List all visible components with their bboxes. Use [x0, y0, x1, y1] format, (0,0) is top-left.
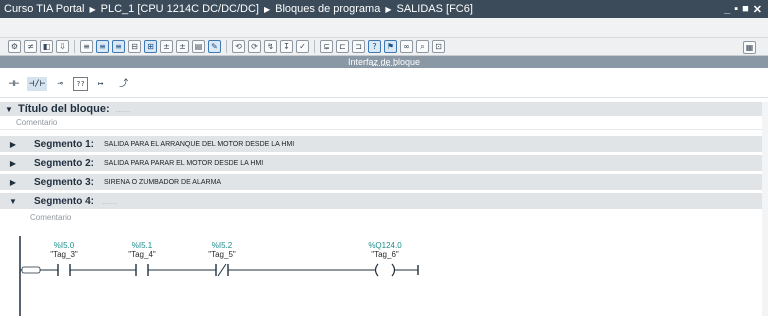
breadcrumb-project[interactable]: Curso TIA Portal — [4, 3, 85, 15]
next-error-icon[interactable]: ✓ — [296, 40, 309, 53]
nc-contact-icon[interactable]: ⊣/⊢ — [27, 77, 48, 91]
breadcrumb-separator-icon: ▶ — [264, 4, 271, 14]
display-icon[interactable]: ± — [160, 40, 173, 53]
monitor-on-off-icon[interactable]: ⊐ — [352, 40, 365, 53]
segment-title[interactable]: ...... — [102, 196, 117, 206]
coil-icon[interactable]: ⊸ — [50, 77, 70, 91]
settings-icon[interactable]: ▦ — [743, 41, 756, 54]
expand-triangle-icon[interactable]: ▶ — [4, 178, 22, 187]
close-icon[interactable]: ✕ — [753, 3, 762, 16]
reset-icon[interactable]: ↯ — [264, 40, 277, 53]
window-controls: _ ▪ ■ ✕ — [724, 0, 762, 18]
toolbar-separator — [226, 40, 227, 53]
segment-label: Segmento 4: — [34, 195, 95, 207]
breadcrumb: Curso TIA Portal ▶ PLC_1 [CPU 1214C DC/D… — [0, 3, 473, 15]
absolute-operands-icon[interactable]: ± — [176, 40, 189, 53]
expand-icon[interactable]: ⊟ — [128, 40, 141, 53]
operand-address: %I5.2 — [211, 241, 233, 250]
operand-tag: "Tag_4" — [128, 250, 156, 259]
segment-title[interactable]: SIRENA O ZUMBADOR DE ALARMA — [104, 179, 221, 186]
favorites-bar: ⊣⊢ ⊣/⊢ ⊸ ?? ↦ ⤴ — [0, 68, 768, 98]
segment-3[interactable]: ▶ Segmento 3: SIRENA O ZUMBADOR DE ALARM… — [0, 174, 762, 191]
toolbar-separator — [314, 40, 315, 53]
toolbar-separator — [74, 40, 75, 53]
resize-grip-icon — [372, 65, 396, 66]
maximize-icon[interactable]: ■ — [742, 3, 749, 15]
expand-triangle-icon[interactable]: ▶ — [4, 140, 22, 149]
insert-network-icon[interactable]: ≡ — [96, 40, 109, 53]
go-to-icon[interactable]: ⟲ — [232, 40, 245, 53]
operand-address: %I5.1 — [131, 241, 153, 250]
segment-title[interactable]: SALIDA PARA EL ARRANQUE DEL MOTOR DESDE … — [104, 141, 294, 148]
segment-title[interactable]: SALIDA PARA PARAR EL MOTOR DESDE LA HMI — [104, 160, 263, 167]
contact-1-operand[interactable]: %I5.0 "Tag_3" — [44, 241, 84, 259]
rung-start-icon[interactable] — [21, 266, 41, 274]
editor-toolbar: ⚙ ≠ ◧ ⇩ ≡ ≡ ≡ ⊟ ⊞ ± ± ▤ ✎ ⟲ ⟳ ↯ ↧ ✓ ⊊ ⊏ … — [0, 38, 768, 56]
segment-label: Segmento 2: — [34, 157, 95, 169]
collapse-icon[interactable]: ⊞ — [144, 40, 157, 53]
network-icon[interactable]: ≡ — [80, 40, 93, 53]
collapse-triangle-icon[interactable]: ▼ — [4, 197, 22, 206]
empty-box-icon[interactable]: ?? — [73, 77, 88, 91]
interface-bar[interactable]: Interfaz de bloque — [0, 56, 768, 68]
favorites-icon[interactable]: ▤ — [192, 40, 205, 53]
operand-tag: "Tag_6" — [371, 250, 399, 259]
breadcrumb-program-blocks[interactable]: Bloques de programa — [275, 3, 380, 15]
comments-icon[interactable]: ✎ — [208, 40, 221, 53]
breadcrumb-separator-icon: ▶ — [385, 4, 392, 14]
breadcrumb-plc[interactable]: PLC_1 [CPU 1214C DC/DC/DC] — [101, 3, 259, 15]
compare-icon[interactable]: ≠ — [24, 40, 37, 53]
operand-tag: "Tag_3" — [50, 250, 78, 259]
nc-contact-icon[interactable] — [215, 263, 229, 277]
ladder-network: %I5.0 "Tag_3" %I5.1 "Tag_4" %I5.2 "Tag_5… — [0, 230, 768, 316]
jump-icon[interactable]: ↧ — [280, 40, 293, 53]
block-comment[interactable]: Comentario — [0, 116, 768, 130]
open-branch-icon[interactable]: ↦ — [91, 77, 111, 91]
segment-label: Segmento 1: — [34, 138, 95, 150]
segment-2[interactable]: ▶ Segmento 2: SALIDA PARA PARAR EL MOTOR… — [0, 155, 762, 172]
contact-3-operand[interactable]: %I5.2 "Tag_5" — [202, 241, 242, 259]
block-title-row[interactable]: ▼ Título del bloque: ...... — [0, 102, 768, 116]
editor-header-area — [0, 18, 768, 38]
segment-4[interactable]: ▼ Segmento 4: ...... — [0, 193, 762, 210]
no-contact-icon[interactable]: ⊣⊢ — [4, 77, 24, 91]
block-title-value[interactable]: ...... — [116, 104, 131, 114]
no-contact-icon[interactable] — [57, 264, 71, 276]
operand-tag: "Tag_5" — [208, 250, 236, 259]
monitor-icon[interactable]: ◧ — [40, 40, 53, 53]
segment-4-comment[interactable]: Comentario — [0, 211, 768, 225]
expand-triangle-icon[interactable]: ▶ — [4, 159, 22, 168]
bookmark-icon[interactable]: ⚑ — [384, 40, 397, 53]
help-icon[interactable]: ? — [368, 40, 381, 53]
prev-error-icon[interactable]: ⊊ — [320, 40, 333, 53]
segment-label: Segmento 3: — [34, 176, 95, 188]
download-icon[interactable]: ⇩ — [56, 40, 69, 53]
compile-icon[interactable]: ⚙ — [8, 40, 21, 53]
restore-icon[interactable]: ▪ — [734, 3, 738, 15]
segment-1[interactable]: ▶ Segmento 1: SALIDA PARA EL ARRANQUE DE… — [0, 136, 762, 153]
close-branch-icon[interactable]: ⤴ — [114, 77, 134, 91]
contact-2-operand[interactable]: %I5.1 "Tag_4" — [122, 241, 162, 259]
operand-address: %Q124.0 — [368, 241, 402, 250]
glasses-icon[interactable]: ∞ — [400, 40, 413, 53]
delete-network-icon[interactable]: ≡ — [112, 40, 125, 53]
window-titlebar: Curso TIA Portal ▶ PLC_1 [CPU 1214C DC/D… — [0, 0, 768, 18]
lock-icon[interactable]: ⊡ — [432, 40, 445, 53]
set-icon[interactable]: ⟳ — [248, 40, 261, 53]
block-title-label: Título del bloque: — [18, 103, 110, 115]
coil-icon[interactable] — [372, 263, 398, 277]
breadcrumb-separator-icon: ▶ — [89, 4, 96, 14]
coil-operand[interactable]: %Q124.0 "Tag_6" — [360, 241, 410, 259]
operand-address: %I5.0 — [53, 241, 75, 250]
no-contact-icon[interactable] — [135, 264, 149, 276]
select-icon[interactable]: ⊏ — [336, 40, 349, 53]
collapse-triangle-icon[interactable]: ▼ — [0, 105, 18, 114]
breadcrumb-block[interactable]: SALIDAS [FC6] — [397, 3, 473, 15]
minimize-icon[interactable]: _ — [724, 3, 730, 15]
tag-icon[interactable]: ⌕ — [416, 40, 429, 53]
